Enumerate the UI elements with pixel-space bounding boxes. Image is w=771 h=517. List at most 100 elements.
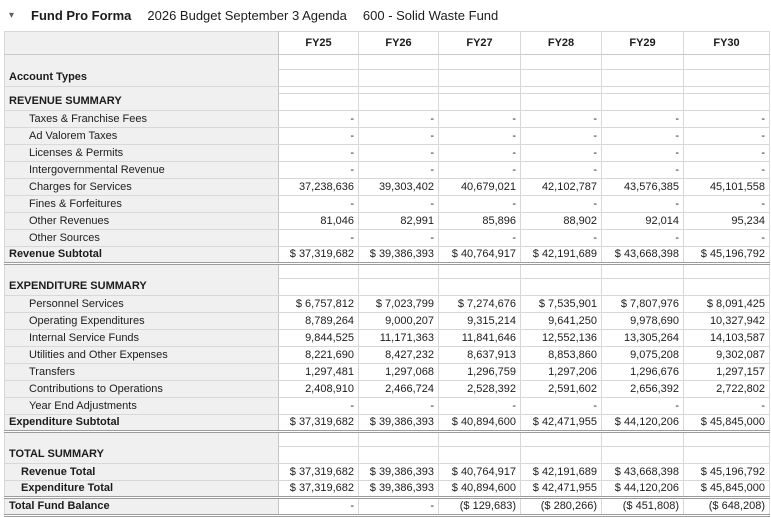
- value-cell: $ 7,274,676: [439, 296, 521, 313]
- value-cell: -: [279, 128, 359, 145]
- collapse-triangle-icon[interactable]: ▾: [9, 11, 31, 21]
- row-label: Expenditure Subtotal: [5, 415, 279, 432]
- table-row: Contributions to Operations2,408,9102,46…: [5, 381, 770, 398]
- table-row: Expenditure Total$ 37,319,682$ 39,386,39…: [5, 481, 770, 498]
- table-row: Total Fund Balance--($ 129,683)($ 280,26…: [5, 498, 770, 516]
- table-row: Intergovernmental Revenue------: [5, 162, 770, 179]
- value-cell: 9,641,250: [521, 313, 602, 330]
- table-row: Licenses & Permits------: [5, 145, 770, 162]
- value-cell: -: [279, 111, 359, 128]
- value-cell: 12,552,136: [521, 330, 602, 347]
- empty-cell: [602, 432, 684, 447]
- empty-cell: [439, 94, 521, 111]
- table-row: Ad Valorem Taxes------: [5, 128, 770, 145]
- empty-cell: [279, 94, 359, 111]
- value-cell: $ 39,386,393: [359, 464, 439, 481]
- value-cell: -: [521, 145, 602, 162]
- value-cell: $ 40,894,600: [439, 415, 521, 432]
- value-cell: $ 40,764,917: [439, 464, 521, 481]
- value-cell: $ 39,386,393: [359, 415, 439, 432]
- row-label: Contributions to Operations: [5, 381, 279, 398]
- value-cell: ($ 648,208): [684, 498, 770, 516]
- table-row: Other Revenues81,04682,99185,89688,90292…: [5, 213, 770, 230]
- value-cell: -: [439, 145, 521, 162]
- column-header-fy25: FY25: [279, 32, 359, 55]
- table-row: Operating Expenditures8,789,2649,000,207…: [5, 313, 770, 330]
- value-cell: ($ 451,808): [602, 498, 684, 516]
- corner-header-cell: [5, 32, 279, 55]
- empty-cell: [521, 94, 602, 111]
- row-label: Charges for Services: [5, 179, 279, 196]
- row-label: REVENUE SUMMARY: [5, 87, 279, 111]
- value-cell: 1,297,206: [521, 364, 602, 381]
- empty-cell: [279, 432, 359, 447]
- empty-cell: [521, 87, 602, 94]
- table-row: Expenditure Subtotal$ 37,319,682$ 39,386…: [5, 415, 770, 432]
- table-row: Charges for Services37,238,63639,303,402…: [5, 179, 770, 196]
- value-cell: -: [359, 230, 439, 247]
- empty-cell: [359, 55, 439, 70]
- empty-cell: [684, 55, 770, 70]
- empty-cell: [439, 447, 521, 464]
- empty-cell: [684, 432, 770, 447]
- value-cell: 42,102,787: [521, 179, 602, 196]
- table-row: Utilities and Other Expenses8,221,6908,4…: [5, 347, 770, 364]
- value-cell: $ 40,894,600: [439, 481, 521, 498]
- value-cell: 11,171,363: [359, 330, 439, 347]
- budget-name: 2026 Budget September 3 Agenda: [147, 8, 347, 23]
- empty-cell: [602, 447, 684, 464]
- empty-cell: [684, 447, 770, 464]
- table-row: Year End Adjustments------: [5, 398, 770, 415]
- value-cell: $ 43,668,398: [602, 247, 684, 264]
- value-cell: $ 45,845,000: [684, 415, 770, 432]
- row-label: Total Fund Balance: [5, 498, 279, 516]
- value-cell: 2,528,392: [439, 381, 521, 398]
- value-cell: $ 42,471,955: [521, 481, 602, 498]
- empty-cell: [359, 432, 439, 447]
- value-cell: ($ 129,683): [439, 498, 521, 516]
- value-cell: -: [279, 196, 359, 213]
- empty-cell: [279, 87, 359, 94]
- value-cell: 1,297,481: [279, 364, 359, 381]
- value-cell: -: [521, 230, 602, 247]
- value-cell: 1,296,759: [439, 364, 521, 381]
- table-row: Other Sources------: [5, 230, 770, 247]
- table-row: TOTAL SUMMARY: [5, 432, 770, 447]
- value-cell: $ 8,091,425: [684, 296, 770, 313]
- empty-cell: [279, 264, 359, 279]
- empty-cell: [602, 279, 684, 296]
- empty-cell: [359, 94, 439, 111]
- value-cell: 40,679,021: [439, 179, 521, 196]
- value-cell: $ 39,386,393: [359, 247, 439, 264]
- value-cell: -: [684, 128, 770, 145]
- empty-cell: [684, 264, 770, 279]
- value-cell: -: [521, 162, 602, 179]
- table-row: EXPENDITURE SUMMARY: [5, 264, 770, 279]
- value-cell: 82,991: [359, 213, 439, 230]
- value-cell: -: [359, 128, 439, 145]
- value-cell: 8,789,264: [279, 313, 359, 330]
- value-cell: -: [439, 230, 521, 247]
- value-cell: -: [684, 398, 770, 415]
- value-cell: -: [602, 128, 684, 145]
- value-cell: $ 37,319,682: [279, 415, 359, 432]
- row-label: Expenditure Total: [5, 481, 279, 498]
- row-label: EXPENDITURE SUMMARY: [5, 264, 279, 296]
- row-label: Fines & Forfeitures: [5, 196, 279, 213]
- report-header: ▾ Fund Pro Forma 2026 Budget September 3…: [0, 0, 771, 31]
- value-cell: 39,303,402: [359, 179, 439, 196]
- value-cell: $ 7,023,799: [359, 296, 439, 313]
- empty-cell: [602, 70, 684, 87]
- table-header: FY25FY26FY27FY28FY29FY30: [5, 32, 770, 55]
- value-cell: $ 7,807,976: [602, 296, 684, 313]
- empty-cell: [359, 70, 439, 87]
- value-cell: -: [279, 398, 359, 415]
- empty-cell: [684, 279, 770, 296]
- empty-cell: [684, 70, 770, 87]
- table-body: Account TypesREVENUE SUMMARYTaxes & Fran…: [5, 55, 770, 516]
- empty-cell: [439, 279, 521, 296]
- empty-cell: [521, 447, 602, 464]
- row-label: Licenses & Permits: [5, 145, 279, 162]
- value-cell: 1,297,068: [359, 364, 439, 381]
- empty-cell: [439, 55, 521, 70]
